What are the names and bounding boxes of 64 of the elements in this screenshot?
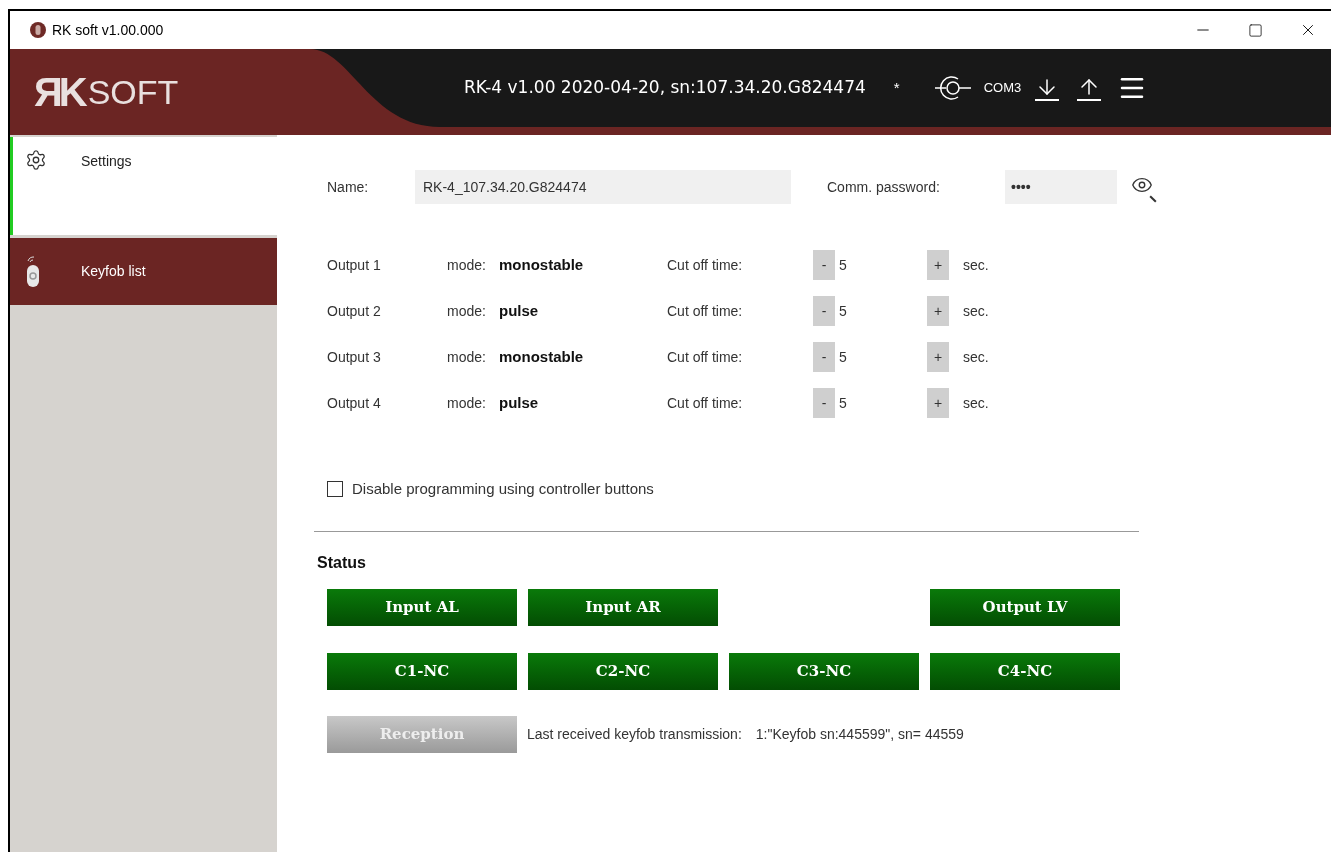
cut-off-label: Cut off time:: [667, 347, 744, 367]
mode-label: mode:: [447, 301, 487, 321]
decrease-button[interactable]: -: [813, 388, 835, 418]
password-field[interactable]: ••••: [1005, 170, 1117, 204]
checkbox[interactable]: [327, 481, 343, 498]
status-title: Status: [317, 552, 367, 573]
mode-label: mode:: [447, 255, 487, 275]
modified-mark: *: [893, 77, 900, 98]
logo-text: SOFT: [87, 71, 179, 113]
increase-button[interactable]: +: [927, 388, 949, 418]
last-transmission-label: Last received keyfob transmission:: [527, 724, 742, 744]
checkbox-label: Disable programming using controller buttons: [352, 479, 654, 499]
output-label: Output 3: [327, 347, 382, 367]
window-title: RK soft v1.00.000: [52, 20, 164, 40]
maximize-icon[interactable]: [1248, 22, 1263, 38]
mode-label: mode:: [447, 347, 487, 367]
decrease-button[interactable]: -: [813, 250, 835, 280]
status-indicator: Input AL: [327, 588, 517, 626]
unit-label: sec.: [963, 301, 989, 321]
mode-label: mode:: [447, 393, 487, 413]
cut-off-value[interactable]: 5: [835, 300, 927, 322]
cut-off-value[interactable]: 5: [835, 254, 927, 276]
unit-label: sec.: [963, 255, 989, 275]
logo-bold: ЯK: [34, 69, 84, 116]
cut-off-label: Cut off time:: [667, 393, 744, 413]
connector-icon[interactable]: [933, 76, 972, 100]
sidebar-item[interactable]: Settings: [10, 137, 277, 235]
mode-value[interactable]: pulse: [499, 299, 667, 323]
device-info: RK-4 v1.00 2020-04-20, sn:107.34.20.G824474: [464, 76, 866, 100]
increase-button[interactable]: +: [927, 296, 949, 326]
decrease-button[interactable]: -: [813, 296, 835, 326]
password-label: Comm. password:: [827, 177, 941, 197]
mode-value[interactable]: monostable: [499, 345, 667, 369]
output-label: Output 2: [327, 301, 382, 321]
cut-off-value[interactable]: 5: [835, 392, 927, 414]
increase-button[interactable]: +: [927, 342, 949, 372]
status-indicator: C4-NC: [930, 652, 1120, 690]
cut-off-label: Cut off time:: [667, 301, 744, 321]
status-indicator: Output LV: [930, 588, 1120, 626]
cut-off-label: Cut off time:: [667, 255, 744, 275]
decrease-button[interactable]: -: [813, 342, 835, 372]
cut-off-value[interactable]: 5: [835, 346, 927, 368]
keyfob-icon: [25, 254, 41, 289]
mode-value[interactable]: monostable: [499, 253, 667, 277]
status-indicator: Input AR: [528, 588, 718, 626]
sidebar-item[interactable]: Keyfob list: [10, 238, 277, 305]
output-label: Output 4: [327, 393, 382, 413]
port-label: COM3: [983, 79, 1022, 98]
sidebar-label: Settings: [81, 152, 132, 171]
status-indicator: Reception: [327, 715, 517, 753]
unit-label: sec.: [963, 347, 989, 367]
last-transmission-value: 1:"Keyfob sn:445599", sn= 44559: [755, 724, 964, 744]
sidebar-label: Keyfob list: [81, 262, 146, 281]
app-icon: [30, 22, 46, 38]
name-field[interactable]: RK-4_107.34.20.G824474: [415, 170, 791, 204]
mode-value[interactable]: pulse: [499, 391, 667, 415]
gear-icon: [25, 149, 47, 171]
unit-label: sec.: [963, 393, 989, 413]
status-indicator: C2-NC: [528, 652, 718, 690]
output-label: Output 1: [327, 255, 382, 275]
name-label: Name:: [327, 177, 370, 197]
status-indicator: C3-NC: [729, 652, 919, 690]
status-indicator: C1-NC: [327, 652, 517, 690]
increase-button[interactable]: +: [927, 250, 949, 280]
